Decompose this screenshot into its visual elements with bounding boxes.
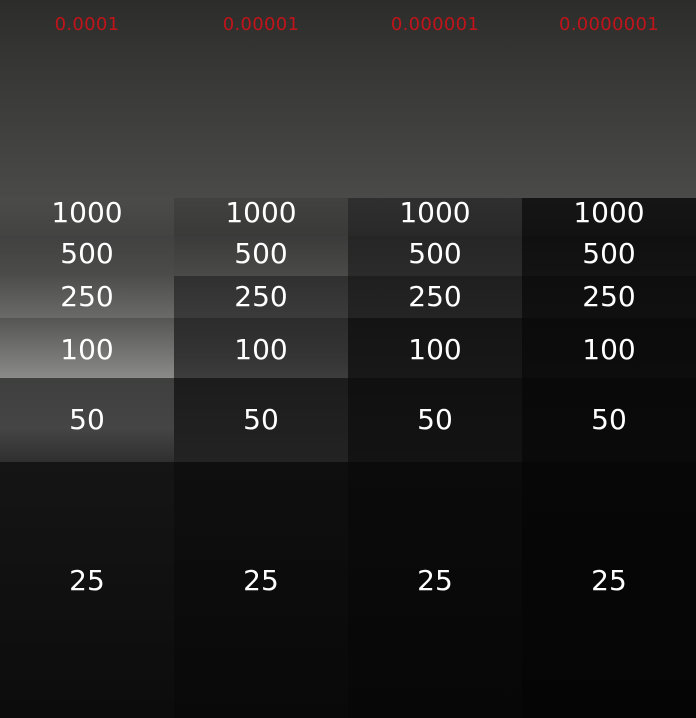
column-label: 0.0001 <box>54 14 120 35</box>
dilution-column-1: 0.0001 1000 500 250 100 50 25 <box>0 0 174 718</box>
level-label-25: 25 <box>243 564 279 597</box>
dilution-column-4: 0.0000001 1000 500 250 100 50 25 <box>522 0 696 718</box>
column-label: 0.00001 <box>222 14 300 35</box>
level-label-250: 250 <box>60 280 114 313</box>
level-label-1000: 1000 <box>51 196 123 229</box>
level-label-1000: 1000 <box>573 196 645 229</box>
column-label: 0.0000001 <box>558 14 660 35</box>
level-label-50: 50 <box>69 403 105 436</box>
level-label-50: 50 <box>417 403 453 436</box>
level-label-1000: 1000 <box>399 196 471 229</box>
level-label-250: 250 <box>234 280 288 313</box>
level-label-1000: 1000 <box>225 196 297 229</box>
level-label-25: 25 <box>591 564 627 597</box>
level-label-100: 100 <box>234 333 288 366</box>
level-label-250: 250 <box>408 280 462 313</box>
level-label-250: 250 <box>582 280 636 313</box>
level-label-25: 25 <box>69 564 105 597</box>
level-label-500: 500 <box>582 237 636 270</box>
level-label-25: 25 <box>417 564 453 597</box>
level-label-500: 500 <box>408 237 462 270</box>
dilution-column-3: 0.000001 1000 500 250 100 50 25 <box>348 0 522 718</box>
level-label-50: 50 <box>243 403 279 436</box>
level-label-100: 100 <box>582 333 636 366</box>
dilution-column-2: 0.00001 1000 500 250 100 50 25 <box>174 0 348 718</box>
level-label-100: 100 <box>60 333 114 366</box>
level-label-100: 100 <box>408 333 462 366</box>
column-label: 0.000001 <box>390 14 480 35</box>
level-label-500: 500 <box>234 237 288 270</box>
level-label-500: 500 <box>60 237 114 270</box>
dilution-grid-image: 0.0001 1000 500 250 100 50 25 0.00001 10… <box>0 0 696 718</box>
level-label-50: 50 <box>591 403 627 436</box>
